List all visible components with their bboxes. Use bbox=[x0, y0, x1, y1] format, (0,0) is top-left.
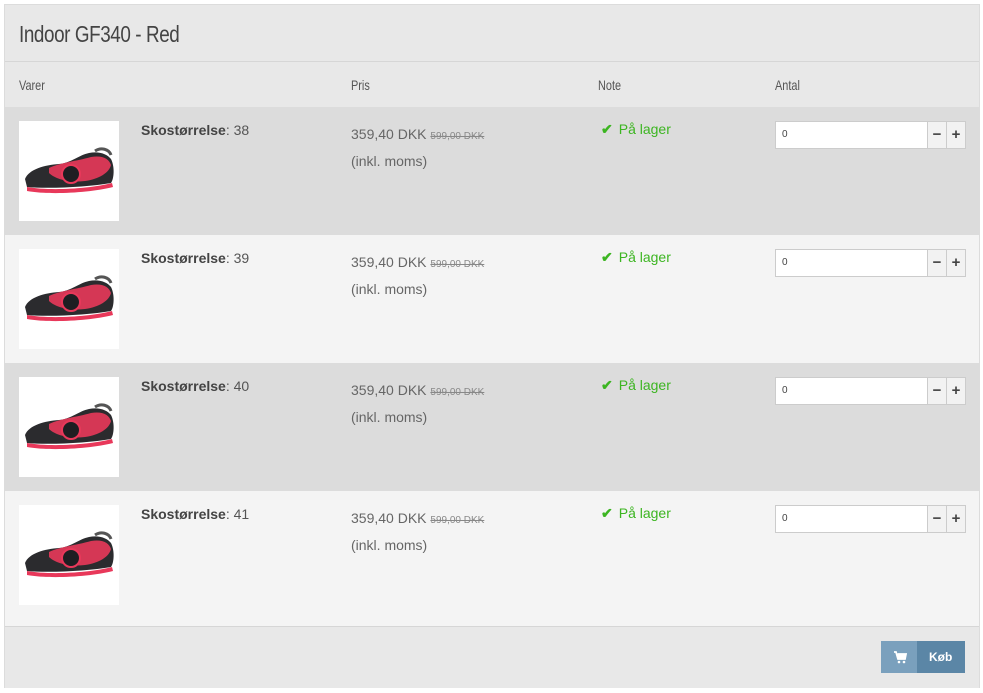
product-image[interactable] bbox=[19, 377, 119, 477]
price-block: 359,40 DKK 599,00 DKK (inkl. moms) bbox=[351, 378, 484, 429]
quantity-stepper: 0 − + bbox=[775, 377, 966, 405]
cart-icon bbox=[894, 651, 908, 664]
quantity-input[interactable]: 0 bbox=[775, 249, 934, 277]
quantity-stepper: 0 − + bbox=[775, 505, 966, 533]
product-panel: Indoor GF340 - Red Varer Pris Note Antal… bbox=[4, 4, 980, 688]
buy-label: Køb bbox=[929, 650, 953, 664]
minus-button[interactable]: − bbox=[927, 249, 947, 277]
quantity-input[interactable]: 0 bbox=[775, 377, 934, 405]
column-header-qty: Antal bbox=[775, 77, 800, 93]
checkmark-icon: ✔ bbox=[601, 249, 613, 265]
table-row: Skostørrelse: 40 359,40 DKK 599,00 DKK (… bbox=[5, 363, 979, 491]
minus-button[interactable]: − bbox=[927, 377, 947, 405]
column-header-note: Note bbox=[598, 77, 622, 93]
shoe-image bbox=[25, 403, 114, 450]
current-price: 359,40 DKK bbox=[351, 254, 427, 270]
size-label: Skostørrelse: 39 bbox=[141, 250, 250, 266]
current-price: 359,40 DKK bbox=[351, 126, 427, 142]
table-header: Varer Pris Note Antal bbox=[5, 61, 979, 108]
plus-button[interactable]: + bbox=[946, 377, 966, 405]
buy-button[interactable]: Køb bbox=[881, 641, 965, 673]
vat-note: (inkl. moms) bbox=[351, 153, 428, 169]
price-block: 359,40 DKK 599,00 DKK (inkl. moms) bbox=[351, 122, 484, 173]
old-price: 599,00 DKK bbox=[430, 131, 485, 142]
product-image[interactable] bbox=[19, 121, 119, 221]
quantity-stepper: 0 − + bbox=[775, 121, 966, 149]
column-header-items: Varer bbox=[19, 77, 45, 93]
checkmark-icon: ✔ bbox=[601, 121, 613, 137]
checkmark-icon: ✔ bbox=[601, 377, 613, 393]
table-row: Skostørrelse: 41 359,40 DKK 599,00 DKK (… bbox=[5, 491, 979, 626]
plus-button[interactable]: + bbox=[946, 121, 966, 149]
price-block: 359,40 DKK 599,00 DKK (inkl. moms) bbox=[351, 506, 484, 557]
footer-bar: Køb bbox=[5, 626, 979, 688]
stock-status: ✔ På lager bbox=[601, 377, 671, 393]
quantity-input[interactable]: 0 bbox=[775, 121, 934, 149]
column-header-price: Pris bbox=[351, 77, 370, 93]
size-label: Skostørrelse: 41 bbox=[141, 506, 250, 522]
stock-status: ✔ På lager bbox=[601, 249, 671, 265]
table-row: Skostørrelse: 39 359,40 DKK 599,00 DKK (… bbox=[5, 235, 979, 363]
shoe-image bbox=[25, 147, 114, 194]
minus-button[interactable]: − bbox=[927, 505, 947, 533]
current-price: 359,40 DKK bbox=[351, 382, 427, 398]
stock-status: ✔ På lager bbox=[601, 505, 671, 521]
size-label: Skostørrelse: 38 bbox=[141, 122, 250, 138]
shoe-image bbox=[25, 275, 114, 322]
vat-note: (inkl. moms) bbox=[351, 281, 428, 297]
quantity-stepper: 0 − + bbox=[775, 249, 966, 277]
shoe-image bbox=[25, 531, 114, 578]
old-price: 599,00 DKK bbox=[430, 515, 485, 526]
plus-button[interactable]: + bbox=[946, 505, 966, 533]
quantity-input[interactable]: 0 bbox=[775, 505, 934, 533]
minus-button[interactable]: − bbox=[927, 121, 947, 149]
price-block: 359,40 DKK 599,00 DKK (inkl. moms) bbox=[351, 250, 484, 301]
plus-button[interactable]: + bbox=[946, 249, 966, 277]
old-price: 599,00 DKK bbox=[430, 387, 485, 398]
product-title: Indoor GF340 - Red bbox=[19, 21, 180, 47]
vat-note: (inkl. moms) bbox=[351, 537, 428, 553]
stock-status: ✔ På lager bbox=[601, 121, 671, 137]
table-row: Skostørrelse: 38 359,40 DKK 599,00 DKK (… bbox=[5, 107, 979, 235]
old-price: 599,00 DKK bbox=[430, 259, 485, 270]
product-image[interactable] bbox=[19, 249, 119, 349]
product-image[interactable] bbox=[19, 505, 119, 605]
size-label: Skostørrelse: 40 bbox=[141, 378, 250, 394]
cart-icon-box bbox=[881, 641, 917, 673]
current-price: 359,40 DKK bbox=[351, 510, 427, 526]
vat-note: (inkl. moms) bbox=[351, 409, 428, 425]
checkmark-icon: ✔ bbox=[601, 505, 613, 521]
